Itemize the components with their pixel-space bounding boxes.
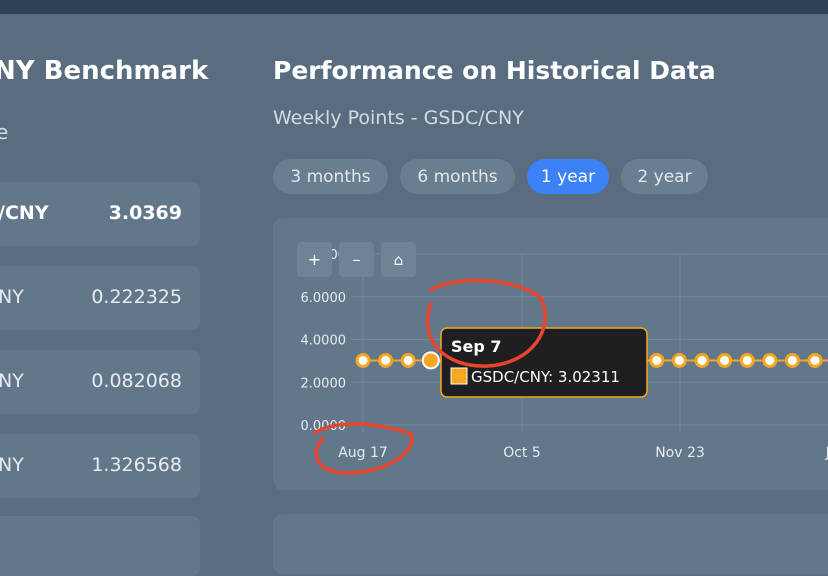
data-point [719,354,731,366]
range-6-months-button[interactable]: 6 months [400,159,515,194]
data-point [651,354,663,366]
data-point [402,354,414,366]
data-point [809,354,821,366]
x-tick-label: Ja [825,445,828,461]
range-3-months-button[interactable]: 3 months [273,159,388,194]
benchmark-subtitle: e [0,120,8,144]
pair-name: NY [0,370,24,392]
data-point-active [423,352,439,368]
svg-text:+: + [308,250,321,269]
tooltip-title: Sep 7 [451,337,502,356]
pair-row[interactable]: NY 1.326568 [0,434,200,498]
y-tick-label: 4.0000 [301,334,347,349]
pair-value: 0.082068 [91,370,182,392]
chart-panel: 0.00002.00004.00006.00008.0000 Aug 17Oct… [273,218,828,490]
reset-zoom-button[interactable]: ⌂ [381,242,416,277]
pair-row[interactable]: /CNY 3.0369 [0,182,200,246]
data-point [380,354,392,366]
pair-name: NY [0,454,24,476]
zoom-out-button[interactable]: – [339,242,374,277]
chart-tooltip: Sep 7 GSDC/CNY: 3.02311 [441,328,647,397]
zoom-in-button[interactable]: + [297,242,332,277]
home-icon: ⌂ [394,251,404,269]
pair-row[interactable] [0,516,200,576]
data-point [786,354,798,366]
price-chart[interactable]: 0.00002.00004.00006.00008.0000 Aug 17Oct… [273,218,828,490]
x-axis: Aug 17 Oct 5 Nov 23 Ja [338,445,828,461]
benchmark-title: NY Benchmark [0,56,208,86]
pair-name: NY [0,286,24,308]
pair-row[interactable]: NY 0.222325 [0,266,200,330]
data-point [357,354,369,366]
page-subtitle: Weekly Points - GSDC/CNY [273,107,524,129]
pair-value: 1.326568 [91,454,182,476]
range-2-year-button[interactable]: 2 year [621,159,708,194]
range-1-year-button[interactable]: 1 year [527,159,609,194]
y-tick-label: 2.0000 [301,376,347,391]
data-point [764,354,776,366]
pair-name: /CNY [0,202,49,224]
tooltip-legend-swatch [451,368,467,384]
pair-value: 0.222325 [91,286,182,308]
pair-row[interactable]: NY 0.082068 [0,350,200,414]
tooltip-label: GSDC/CNY: 3.02311 [471,368,620,386]
page-title: Performance on Historical Data [273,56,716,85]
x-tick-label: Oct 5 [503,445,541,461]
svg-text:–: – [353,250,361,269]
y-tick-label: 6.0000 [301,291,347,306]
pair-value: 3.0369 [109,202,182,224]
data-point [741,354,753,366]
data-point [673,354,685,366]
secondary-panel [273,514,828,574]
x-tick-label: Nov 23 [655,445,705,461]
top-bar [0,0,828,14]
x-tick-label: Aug 17 [338,445,388,461]
data-point [696,354,708,366]
